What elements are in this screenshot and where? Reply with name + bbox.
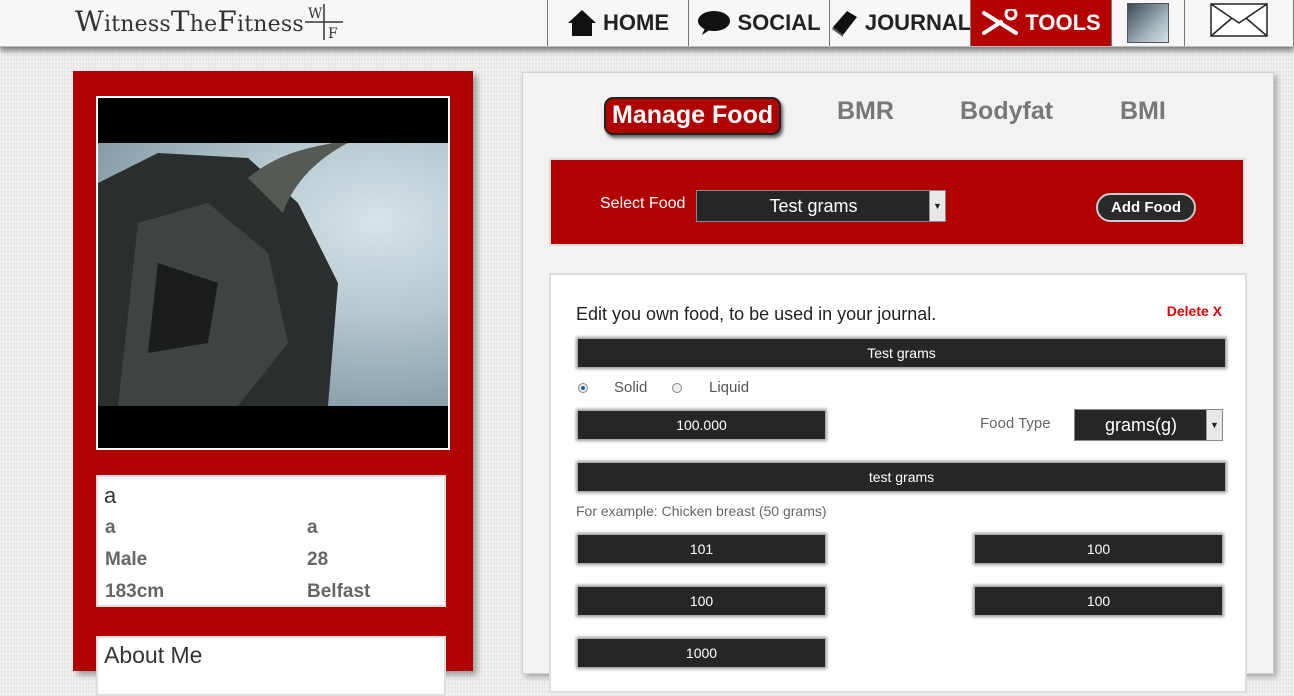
envelope-icon bbox=[1210, 3, 1268, 43]
main-nav: HOME SOCIAL JOURNAL TOOLS bbox=[547, 0, 1294, 46]
logo-w-letter: W bbox=[308, 6, 323, 22]
avatar bbox=[1127, 3, 1169, 43]
nutrient-input[interactable]: 100 bbox=[975, 587, 1222, 615]
solid-radio-label: Solid bbox=[614, 379, 648, 396]
select-food-dropdown[interactable]: Test grams ▼ bbox=[696, 190, 946, 222]
nav-journal[interactable]: JOURNAL bbox=[829, 0, 972, 46]
tab-bmi[interactable]: BMI bbox=[1120, 97, 1166, 126]
brand-letter: W bbox=[75, 5, 104, 38]
profile-photo bbox=[96, 96, 450, 450]
tools-panel: Manage Food BMR Bodyfat BMI Select Food … bbox=[522, 72, 1274, 693]
add-food-button[interactable]: Add Food bbox=[1096, 193, 1196, 222]
description-input[interactable]: test grams bbox=[578, 463, 1225, 491]
logo-f-letter: F bbox=[328, 26, 338, 42]
chevron-down-icon[interactable]: ▼ bbox=[1206, 410, 1222, 440]
edit-food-card: Edit you own food, to be used in your jo… bbox=[549, 273, 1247, 693]
nav-home-label: HOME bbox=[603, 10, 669, 35]
select-food-label: Select Food bbox=[600, 195, 686, 212]
about-me-card: About Me bbox=[96, 636, 446, 696]
top-navbar: WitnessTheFitness W F HOME SOCIAL JOURNA… bbox=[0, 0, 1294, 47]
profile-name: a bbox=[104, 483, 117, 508]
edit-food-title: Edit you own food, to be used in your jo… bbox=[576, 304, 937, 324]
select-food-bar: Select Food Test grams ▼ Add Food bbox=[549, 158, 1245, 246]
home-icon bbox=[567, 9, 597, 37]
profile-field: a bbox=[307, 517, 318, 538]
liquid-radio[interactable] bbox=[672, 383, 682, 393]
example-hint: For example: Chicken breast (50 grams) bbox=[576, 503, 827, 519]
selected-food-value: Test grams bbox=[769, 195, 858, 216]
profile-gender: Male bbox=[105, 549, 148, 570]
nav-journal-label: JOURNAL bbox=[864, 10, 972, 35]
tab-bmr[interactable]: BMR bbox=[837, 97, 894, 126]
nutrient-input[interactable]: 100 bbox=[578, 587, 825, 615]
chevron-down-icon[interactable]: ▼ bbox=[929, 191, 945, 221]
nutrient-input[interactable]: 100 bbox=[975, 535, 1222, 563]
nav-profile-avatar[interactable] bbox=[1111, 0, 1184, 46]
profile-location: Belfast bbox=[307, 581, 371, 602]
nav-home[interactable]: HOME bbox=[547, 0, 688, 46]
profile-photo-image bbox=[98, 143, 448, 406]
quantity-input[interactable]: 100.000 bbox=[578, 411, 825, 439]
food-type-dropdown[interactable]: grams(g) ▼ bbox=[1074, 409, 1223, 441]
tab-manage-food[interactable]: Manage Food bbox=[604, 97, 782, 135]
nav-tools-label: TOOLS bbox=[1025, 10, 1101, 35]
food-type-value: grams(g) bbox=[1104, 414, 1177, 435]
site-logo-text[interactable]: WitnessTheFitness bbox=[75, 5, 304, 38]
liquid-radio-label: Liquid bbox=[709, 379, 750, 396]
brand-text: itness bbox=[103, 12, 171, 37]
nav-messages[interactable] bbox=[1184, 0, 1294, 46]
tools-icon bbox=[981, 9, 1019, 37]
nav-social-label: SOCIAL bbox=[737, 10, 821, 35]
solid-radio[interactable] bbox=[578, 383, 588, 393]
brand-text: he bbox=[189, 12, 218, 37]
wf-logo-icon[interactable]: W F bbox=[303, 2, 345, 42]
nutrient-input[interactable]: 101 bbox=[578, 535, 825, 563]
profile-age: 28 bbox=[307, 549, 329, 570]
brand-letter: T bbox=[170, 5, 190, 38]
book-icon bbox=[829, 9, 859, 37]
speech-bubble-icon bbox=[697, 10, 731, 36]
profile-info-card: a a a Male 28 183cm Belfast bbox=[96, 475, 446, 607]
nutrient-input[interactable]: 1000 bbox=[578, 639, 825, 667]
profile-panel: a a a Male 28 183cm Belfast About Me bbox=[73, 71, 473, 696]
profile-height: 183cm bbox=[105, 581, 165, 602]
profile-field: a bbox=[105, 517, 116, 538]
brand-text: itness bbox=[236, 12, 304, 37]
about-me-title: About Me bbox=[104, 642, 203, 668]
tab-bodyfat[interactable]: Bodyfat bbox=[960, 97, 1053, 126]
nav-tools[interactable]: TOOLS bbox=[970, 0, 1111, 46]
delete-food-link[interactable]: Delete X bbox=[1167, 303, 1222, 319]
food-name-input[interactable]: Test grams bbox=[578, 339, 1225, 367]
food-type-label: Food Type bbox=[980, 415, 1051, 432]
brand-letter: F bbox=[217, 5, 237, 38]
nav-social[interactable]: SOCIAL bbox=[688, 0, 829, 46]
